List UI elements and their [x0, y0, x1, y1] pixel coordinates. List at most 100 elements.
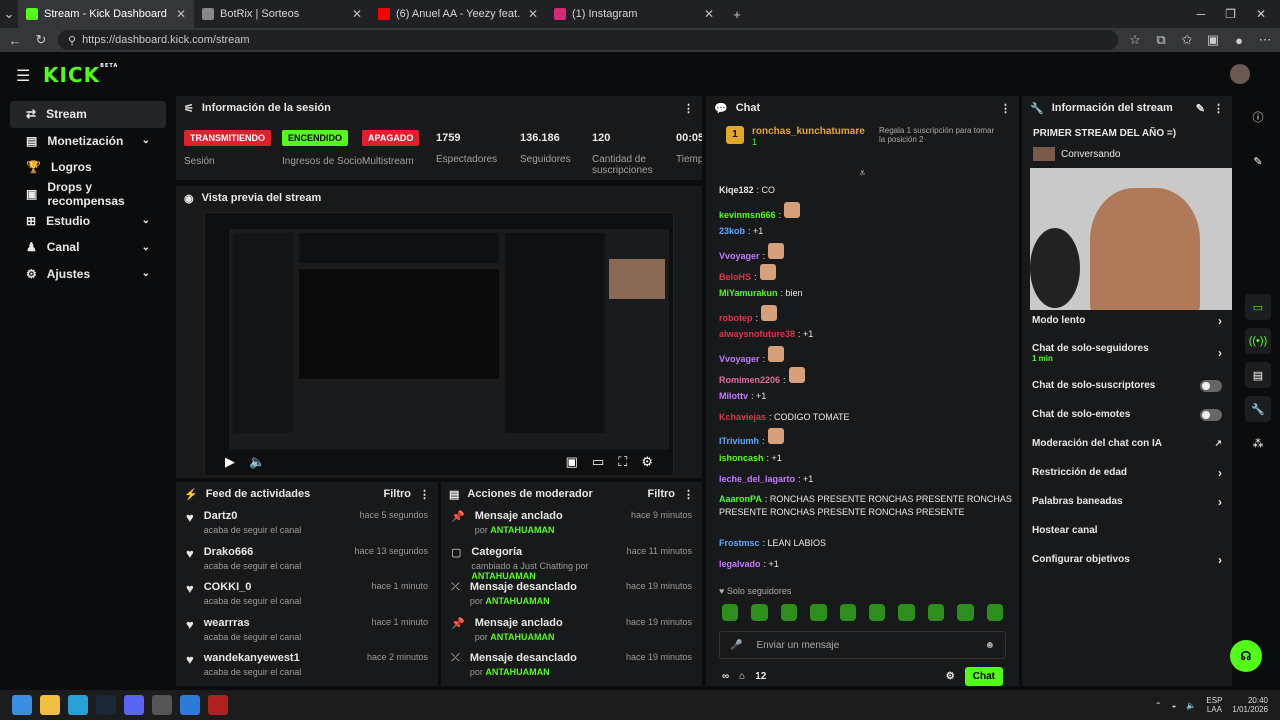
toggle-switch[interactable] — [1200, 408, 1222, 421]
more-icon[interactable]: ⋮ — [1000, 102, 1011, 115]
mic-icon[interactable]: 🎤 — [730, 640, 742, 651]
play-icon[interactable]: ▶ — [225, 454, 235, 470]
list-item[interactable]: 📌 Mensaje anclado por ANTAHUAMAN hace 9 min… — [441, 506, 702, 542]
more-icon[interactable]: ⋮ — [1213, 102, 1224, 115]
emote-icon[interactable] — [780, 604, 798, 621]
pencil-icon[interactable]: ✎ — [1245, 148, 1271, 174]
chat-username[interactable]: alwaysnofuture38 — [719, 329, 795, 339]
list-item[interactable]: ♥ Dartz0 acaba de seguir el canal hace 5 se… — [176, 506, 438, 542]
chevron-down-icon[interactable]: ⌄ — [142, 268, 150, 279]
speaker-icon[interactable]: 🔈 — [1186, 701, 1196, 710]
close-tab-icon[interactable]: ✕ — [176, 7, 186, 21]
profile-icon[interactable]: ● — [1230, 33, 1248, 48]
list-item[interactable]: ♥ Drako666 acaba de seguir el canal hace 13… — [176, 542, 438, 578]
chat-settings-icon[interactable]: ⚙ — [946, 671, 955, 682]
list-item[interactable]: 📌 Mensaje anclado por ANTAHUAMAN hace 19 mi… — [441, 613, 702, 649]
tab-list-icon[interactable]: ⌄ — [0, 6, 18, 22]
discord-icon[interactable] — [124, 695, 144, 715]
chat-username[interactable]: leche_del_lagarto — [719, 474, 795, 484]
kick-logo[interactable]: KICKBETA — [43, 63, 118, 87]
close-tab-icon[interactable]: ✕ — [528, 7, 538, 21]
photos-icon[interactable] — [180, 695, 200, 715]
chat-message[interactable]: AaaronPA: RONCHAS PRESENTE RONCHAS PRESE… — [706, 489, 1019, 533]
emote-icon[interactable] — [839, 604, 857, 621]
sidebar-item-5[interactable]: ♟ Canal ⌄ — [10, 234, 166, 261]
chat-message[interactable]: MiYamurakun: bien — [706, 283, 1019, 304]
list-item[interactable]: ▢ Categoría cambiado a Just Chatting por A… — [441, 542, 702, 581]
chevron-up-icon[interactable]: ⌃ — [1155, 701, 1162, 710]
chat-message[interactable]: robotep: — [706, 304, 1019, 325]
setting-row[interactable]: Restricción de edad › — [1022, 458, 1232, 487]
chat-username[interactable]: Kiqe182 — [719, 185, 754, 195]
collapse-icon[interactable]: ⩡ — [706, 168, 1019, 180]
chat-message[interactable]: Vvoyager: — [706, 345, 1019, 366]
list-item[interactable]: ♥ wearrras acaba de seguir el canal hace 1 … — [176, 613, 438, 649]
edit-icon[interactable]: ✎ — [1196, 102, 1205, 115]
gift-icon[interactable]: ⌂ — [739, 671, 745, 682]
setting-row[interactable]: Configurar objetivos › — [1022, 545, 1232, 574]
stream-preview-video[interactable]: ▶ 🔈 ▣ ▭ ⛶ ⚙ — [204, 212, 674, 476]
close-tab-icon[interactable]: ✕ — [704, 7, 714, 21]
favorites-icon[interactable]: ✩ — [1178, 32, 1196, 48]
more-icon[interactable]: ⋮ — [419, 488, 430, 501]
mod-filter-button[interactable]: Filtro — [648, 488, 676, 500]
url-field[interactable]: ⚲ https://dashboard.kick.com/stream — [58, 30, 1118, 50]
browser-tab[interactable]: (6) Anuel AA - Yeezy feat. Ñengo F ✕ — [370, 0, 546, 28]
browser-tab[interactable]: Stream - Kick Dashboard ✕ — [18, 0, 194, 28]
list-item[interactable]: ⤫ Mensaje desanclado por ANTAHUAMAN hace 19… — [441, 648, 702, 684]
feed-filter-button[interactable]: Filtro — [384, 488, 412, 500]
clip-icon[interactable]: ▣ — [566, 454, 578, 470]
emote-icon[interactable] — [957, 604, 974, 621]
chat-bubble-icon[interactable]: ▭ — [1245, 294, 1271, 320]
steam-icon[interactable] — [96, 695, 116, 715]
chat-message[interactable]: Kchaviejas: CODIGO TOMATE — [706, 407, 1019, 428]
explorer-icon[interactable] — [40, 695, 60, 715]
chat-message[interactable]: ishoncash: +1 — [706, 448, 1019, 469]
setting-row[interactable]: Chat de solo-suscriptores — [1022, 371, 1232, 400]
sidebar-item-6[interactable]: ⚙ Ajustes ⌄ — [10, 261, 166, 288]
gifter-name[interactable]: ronchas_kunchatumare — [752, 126, 865, 137]
users-icon[interactable]: ⁂ — [1245, 430, 1271, 456]
emote-icon[interactable] — [927, 604, 945, 621]
emote-icon[interactable] — [810, 604, 827, 621]
chat-message[interactable]: Kiqe182: CO — [706, 180, 1019, 201]
infinity-icon[interactable]: ∞ — [722, 671, 729, 682]
back-icon[interactable]: ← — [6, 33, 24, 48]
chat-username[interactable]: robotep — [719, 313, 753, 323]
tool-icon[interactable]: 🔧 — [1245, 396, 1271, 422]
chat-username[interactable]: ishoncash — [719, 453, 764, 463]
edge-icon[interactable] — [68, 695, 88, 715]
chat-message[interactable]: Romimen2206: — [706, 365, 1019, 386]
chat-message[interactable]: BeloHS: — [706, 262, 1019, 283]
chat-message[interactable]: Frostmsc: LEAN LABIOS — [706, 533, 1019, 554]
collections-icon[interactable]: ▣ — [1204, 32, 1222, 48]
chevron-right-icon[interactable]: › — [1218, 553, 1222, 567]
more-icon[interactable]: ⋯ — [1256, 32, 1274, 48]
new-tab-button[interactable]: + — [728, 7, 746, 22]
chevron-right-icon[interactable]: › — [1218, 466, 1222, 480]
setting-row[interactable]: Chat de solo-emotes — [1022, 400, 1232, 429]
chevron-right-icon[interactable]: › — [1218, 495, 1222, 509]
emote-icon[interactable] — [898, 604, 915, 621]
gift-prompt[interactable]: Regala 1 suscripción para tomar la posic… — [879, 126, 999, 144]
chat-message[interactable]: legalvado: +1 — [706, 554, 1019, 575]
chat-username[interactable]: Vvoyager — [719, 354, 760, 364]
chevron-right-icon[interactable]: › — [1218, 314, 1222, 328]
chat-message[interactable]: kevinmsn666: — [706, 201, 1019, 222]
chat-message[interactable]: Vvoyager: — [706, 242, 1019, 263]
volume-icon[interactable]: 🔈 — [249, 454, 265, 470]
sidebar-item-4[interactable]: ⊞ Estudio ⌄ — [10, 207, 166, 234]
browser-tab[interactable]: BotRix | Sorteos ✕ — [194, 0, 370, 28]
setting-row[interactable]: Palabras baneadas › — [1022, 487, 1232, 516]
emoji-icon[interactable]: ☻ — [984, 640, 995, 651]
extensions-icon[interactable]: ⧉ — [1152, 32, 1170, 48]
emote-icon[interactable] — [751, 604, 768, 621]
setting-row[interactable]: Chat de solo-seguidores 1 min › — [1022, 335, 1232, 371]
language-indicator[interactable]: ESP LAA — [1206, 696, 1222, 714]
list-item[interactable]: ⤫ Mensaje desanclado por ANTAHUAMAN hace 19… — [441, 577, 702, 613]
more-icon[interactable]: ⋮ — [683, 102, 694, 115]
chevron-right-icon[interactable]: › — [1218, 346, 1222, 360]
clock[interactable]: 20:40 1/01/2026 — [1232, 696, 1268, 714]
fullscreen-icon[interactable]: ⛶ — [618, 454, 627, 470]
chat-username[interactable]: ITriviumh — [719, 436, 759, 446]
